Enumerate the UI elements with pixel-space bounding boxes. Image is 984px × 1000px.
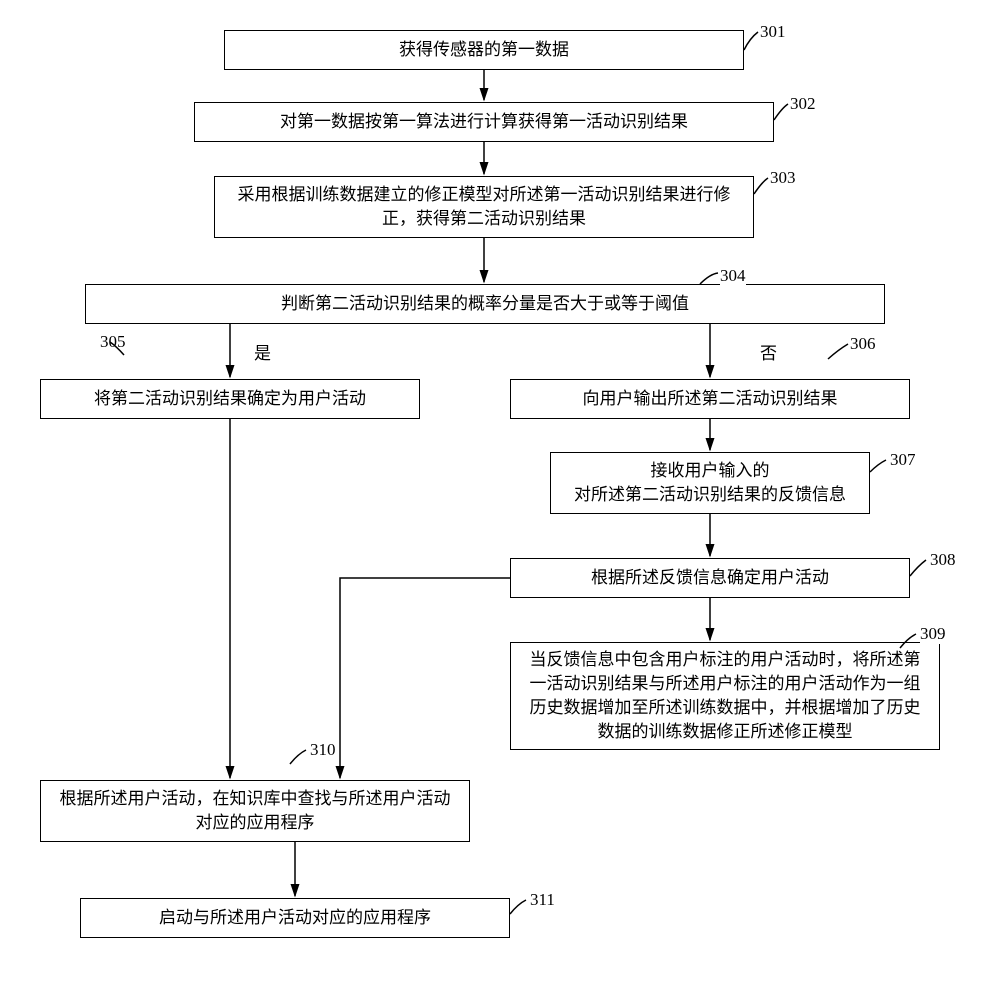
step-text: 向用户输出所述第二活动识别结果 bbox=[583, 387, 838, 411]
step-307: 接收用户输入的 对所述第二活动识别结果的反馈信息 bbox=[550, 452, 870, 514]
step-304: 判断第二活动识别结果的概率分量是否大于或等于阈值 bbox=[85, 284, 885, 324]
step-text: 对第一数据按第一算法进行计算获得第一活动识别结果 bbox=[280, 110, 688, 134]
step-text: 获得传感器的第一数据 bbox=[399, 38, 569, 62]
step-301: 获得传感器的第一数据 bbox=[224, 30, 744, 70]
step-309: 当反馈信息中包含用户标注的用户活动时，将所述第一活动识别结果与所述用户标注的用户… bbox=[510, 642, 940, 750]
step-305: 将第二活动识别结果确定为用户活动 bbox=[40, 379, 420, 419]
step-311: 启动与所述用户活动对应的应用程序 bbox=[80, 898, 510, 938]
step-text: 当反馈信息中包含用户标注的用户活动时，将所述第一活动识别结果与所述用户标注的用户… bbox=[523, 648, 927, 743]
step-308: 根据所述反馈信息确定用户活动 bbox=[510, 558, 910, 598]
step-302: 对第一数据按第一算法进行计算获得第一活动识别结果 bbox=[194, 102, 774, 142]
step-text: 将第二活动识别结果确定为用户活动 bbox=[94, 387, 366, 411]
step-text-wrap: 接收用户输入的 对所述第二活动识别结果的反馈信息 bbox=[574, 459, 846, 507]
branch-no: 否 bbox=[760, 339, 777, 364]
step-number-302: 302 bbox=[790, 94, 816, 114]
step-number-303: 303 bbox=[770, 168, 796, 188]
step-306: 向用户输出所述第二活动识别结果 bbox=[510, 379, 910, 419]
step-text: 采用根据训练数据建立的修正模型对所述第一活动识别结果进行修正，获得第二活动识别结… bbox=[227, 183, 741, 231]
step-303: 采用根据训练数据建立的修正模型对所述第一活动识别结果进行修正，获得第二活动识别结… bbox=[214, 176, 754, 238]
step-text: 根据所述用户活动，在知识库中查找与所述用户活动对应的应用程序 bbox=[53, 787, 457, 835]
step-number-308: 308 bbox=[930, 550, 956, 570]
step-number-310: 310 bbox=[310, 740, 336, 760]
step-number-306: 306 bbox=[850, 334, 876, 354]
step-number-311: 311 bbox=[530, 890, 555, 910]
step-number-301: 301 bbox=[760, 22, 786, 42]
step-310: 根据所述用户活动，在知识库中查找与所述用户活动对应的应用程序 bbox=[40, 780, 470, 842]
step-text-l2: 对所述第二活动识别结果的反馈信息 bbox=[574, 485, 846, 504]
step-number-304: 304 bbox=[720, 266, 746, 286]
step-number-307: 307 bbox=[890, 450, 916, 470]
step-number-305: 305 bbox=[100, 332, 126, 352]
step-text: 启动与所述用户活动对应的应用程序 bbox=[159, 906, 431, 930]
branch-yes: 是 bbox=[254, 339, 271, 364]
step-text: 判断第二活动识别结果的概率分量是否大于或等于阈值 bbox=[281, 292, 689, 316]
step-text: 根据所述反馈信息确定用户活动 bbox=[591, 566, 829, 590]
step-text-l1: 接收用户输入的 bbox=[651, 461, 770, 480]
flowchart-container: 获得传感器的第一数据 301 对第一数据按第一算法进行计算获得第一活动识别结果 … bbox=[20, 20, 964, 980]
step-number-309: 309 bbox=[920, 624, 946, 644]
